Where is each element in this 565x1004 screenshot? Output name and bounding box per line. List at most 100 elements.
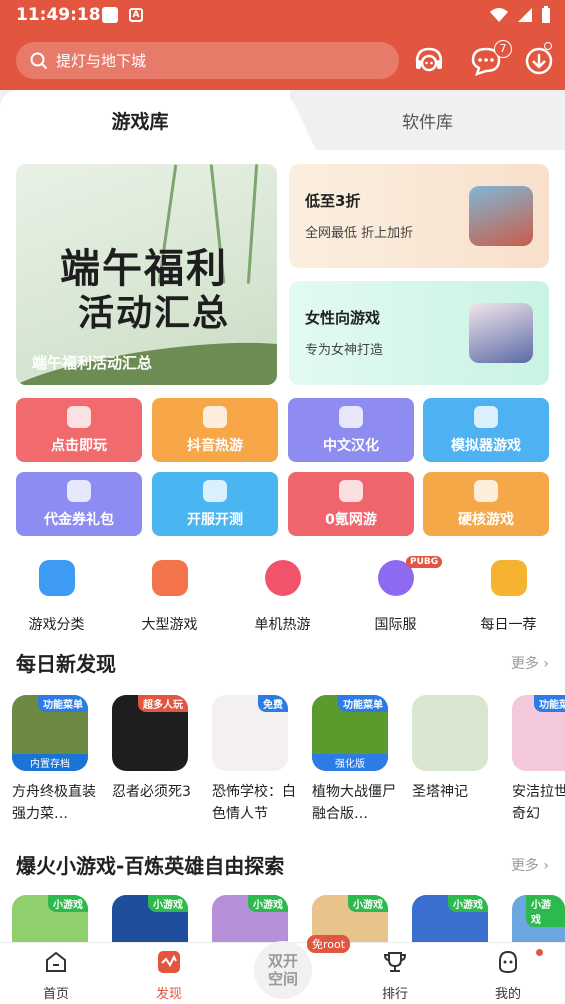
app-subtag: 内置存档	[12, 754, 88, 771]
no-root-badge: 免root	[307, 935, 351, 953]
promo-title: 女性向游戏	[305, 309, 381, 327]
grid-label: 开服开测	[187, 512, 243, 528]
grid-label: 点击即玩	[51, 438, 107, 454]
tiktok-icon	[203, 406, 227, 428]
app-tag: 超多人玩	[138, 695, 188, 712]
server-icon	[203, 480, 227, 502]
grid-server-open[interactable]: 开服开测	[152, 472, 278, 536]
quick-links: 游戏分类 大型游戏 单机热游 国际服 PUBG 每日一荐	[0, 556, 565, 640]
app-name: 植物大战僵尸融合版…	[312, 784, 396, 822]
pacman-icon	[264, 560, 301, 596]
quick-label: 每日一荐	[480, 617, 537, 633]
customer-service-icon[interactable]	[412, 44, 446, 78]
quick-big-games[interactable]: 大型游戏	[113, 560, 226, 634]
swords-icon	[474, 480, 498, 502]
grid-label: 代金券礼包	[44, 512, 114, 528]
dragon-boat-banner[interactable]: 端午福利 活动汇总 端午福利活动汇总	[16, 164, 277, 385]
dual-space-line1: 双开	[267, 952, 298, 970]
grid-voucher-gift[interactable]: 代金券礼包	[16, 472, 142, 536]
more-label: 更多	[510, 656, 539, 672]
quick-international[interactable]: 国际服	[339, 560, 452, 634]
controller-icon	[339, 480, 363, 502]
grid-zero-pay-online[interactable]: 0氪网游	[288, 472, 414, 536]
app-name: 安洁拉世界：奇幻	[512, 784, 565, 822]
promo-game-image	[469, 186, 533, 246]
promo-card-female-games[interactable]: 女性向游戏 专为女神打造	[289, 281, 549, 385]
grid-emulator-games[interactable]: 模拟器游戏	[423, 398, 549, 462]
app-item[interactable]: 功能菜单内置存档 方舟终极直装强力菜…	[12, 695, 102, 825]
mini-game-tag: 小游戏	[248, 895, 288, 912]
app-subtag: 强化版	[312, 754, 388, 771]
nav-discover[interactable]: 发现	[129, 949, 209, 1002]
app-item[interactable]: 功能菜单 安洁拉世界：奇幻	[512, 695, 565, 825]
grid-hardcore-games[interactable]: 硬核游戏	[423, 472, 549, 536]
app-item[interactable]: 免费 恐怖学校：白色情人节	[212, 695, 302, 825]
app-item[interactable]: 功能菜单 强化版 植物大战僵尸融合版…	[312, 695, 402, 825]
grid-label: 抖音热游	[187, 438, 243, 454]
quick-daily-pick[interactable]: 每日一荐	[452, 560, 565, 634]
dual-space-line2: 空间	[267, 970, 298, 988]
quick-offline-hot[interactable]: 单机热游	[226, 560, 339, 634]
dual-space-button[interactable]: 双开 空间	[254, 941, 312, 999]
quick-label: 国际服	[374, 617, 417, 633]
nav-ranking[interactable]: 排行	[355, 949, 435, 1002]
grid-click-to-play[interactable]: 点击即玩	[16, 398, 142, 462]
gamepad-icon	[151, 560, 188, 596]
mini-game-tag: 小游戏	[526, 895, 565, 927]
mini-game-tag: 小游戏	[448, 895, 488, 912]
nav-label: 我的	[494, 987, 521, 1002]
app-icon: 功能菜单 强化版	[312, 695, 388, 771]
section-more-link[interactable]: 更多 ›	[511, 855, 549, 875]
promo-game-image	[469, 303, 533, 363]
app-name: 圣塔神记	[412, 784, 468, 800]
download-dot	[544, 42, 552, 50]
search-placeholder: 提灯与地下城	[56, 52, 147, 70]
banner-art-line2: 活动汇总	[78, 292, 231, 334]
tab-software-library[interactable]: 软件库	[290, 90, 565, 150]
promo-card-discount[interactable]: 低至3折 全网最低 折上加折	[289, 164, 549, 268]
star-badge-icon	[490, 560, 527, 596]
mini-game-tag: 小游戏	[148, 895, 188, 912]
app-icon: 超多人玩	[112, 695, 188, 771]
app-item[interactable]: 超多人玩 忍者必须死3	[112, 695, 202, 803]
search-bar[interactable]: 提灯与地下城	[16, 42, 399, 79]
grid-label: 硬核游戏	[458, 512, 514, 528]
chinese-tag-icon	[339, 406, 363, 428]
app-tag: 功能菜单	[534, 695, 565, 712]
discover-icon	[158, 951, 180, 973]
quick-label: 大型游戏	[141, 617, 198, 633]
gamepad-icon	[474, 406, 498, 428]
app-tag: 免费	[258, 695, 288, 712]
ghost-icon	[67, 406, 91, 428]
status-bar: 11:49:18 A	[0, 0, 565, 32]
app-name: 方舟终极直装强力菜…	[12, 784, 96, 822]
quick-game-category[interactable]: 游戏分类	[0, 560, 113, 634]
app-icon: 功能菜单	[512, 695, 565, 771]
promo-subtitle: 全网最低 折上加折	[305, 226, 414, 241]
download-icon[interactable]	[522, 44, 556, 78]
app-notification-icon: A	[129, 8, 143, 22]
home-icon	[46, 951, 66, 972]
library-tabs: 游戏库 软件库	[0, 90, 565, 150]
section-title: 每日新发现	[16, 652, 116, 676]
message-badge: 7	[494, 40, 512, 58]
bottom-nav: 首页 发现 双开 空间 免root 排行 我的	[0, 935, 565, 1004]
section-more-link[interactable]: 更多 ›	[511, 653, 549, 673]
grid-chinese-localized[interactable]: 中文汉化	[288, 398, 414, 462]
nav-home[interactable]: 首页	[16, 949, 96, 1002]
promo-subtitle: 专为女神打造	[305, 343, 384, 358]
app-item[interactable]: 圣塔神记	[412, 695, 502, 803]
category-icon	[38, 560, 75, 596]
status-icons	[489, 6, 551, 24]
app-name: 恐怖学校：白色情人节	[212, 784, 296, 822]
nav-me[interactable]: 我的	[468, 949, 548, 1002]
search-icon	[30, 52, 48, 69]
grid-label: 中文汉化	[323, 438, 379, 454]
pubg-badge: PUBG	[406, 556, 443, 568]
more-label: 更多	[510, 858, 539, 874]
grid-douyin-hot[interactable]: 抖音热游	[152, 398, 278, 462]
app-tag: 功能菜单	[38, 695, 88, 712]
mini-game-tag: 小游戏	[48, 895, 88, 912]
tab-game-library[interactable]: 游戏库	[0, 90, 290, 150]
nav-label: 发现	[155, 987, 182, 1002]
